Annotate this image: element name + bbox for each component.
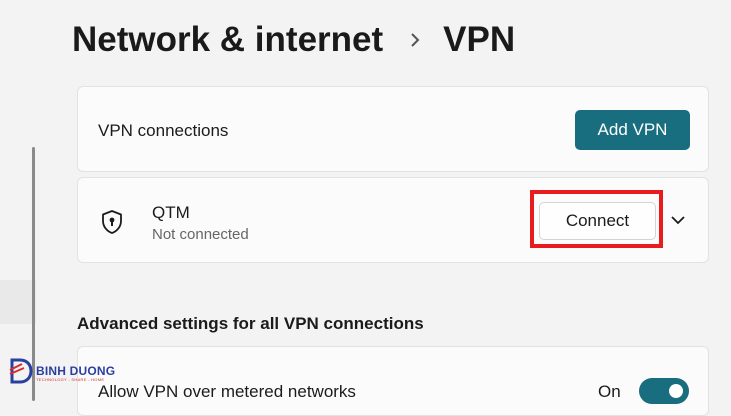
vpn-entry-card[interactable]: QTM Not connected Connect (77, 177, 709, 263)
vpn-status: Not connected (152, 226, 249, 243)
advanced-settings-heading: Advanced settings for all VPN connection… (77, 314, 424, 333)
metered-networks-card: Allow VPN over metered networks On (77, 346, 709, 416)
watermark-text: BINH DUONG (36, 364, 116, 378)
vpn-connections-label: VPN connections (98, 121, 229, 140)
metered-networks-toggle[interactable] (639, 378, 689, 404)
highlight-annotation (530, 190, 663, 248)
toggle-knob (669, 384, 683, 398)
sidebar-selected-item[interactable] (0, 280, 36, 324)
vpn-connections-card: VPN connections Add VPN (77, 86, 709, 172)
shield-icon (100, 209, 124, 235)
add-vpn-button[interactable]: Add VPN (575, 110, 690, 150)
metered-networks-label: Allow VPN over metered networks (98, 382, 356, 401)
breadcrumb-parent[interactable]: Network & internet (72, 20, 383, 60)
watermark-subtext: TECHNOLOGY - SHARE - HOME (36, 377, 105, 382)
watermark-logo: BINH DUONG TECHNOLOGY - SHARE - HOME (8, 352, 126, 388)
page-title: VPN (443, 20, 516, 59)
toggle-state-label: On (598, 382, 621, 401)
chevron-right-icon (409, 31, 421, 49)
chevron-down-icon[interactable] (669, 211, 687, 229)
vpn-name: QTM (152, 203, 190, 222)
breadcrumb: Network & internet VPN (72, 18, 515, 62)
